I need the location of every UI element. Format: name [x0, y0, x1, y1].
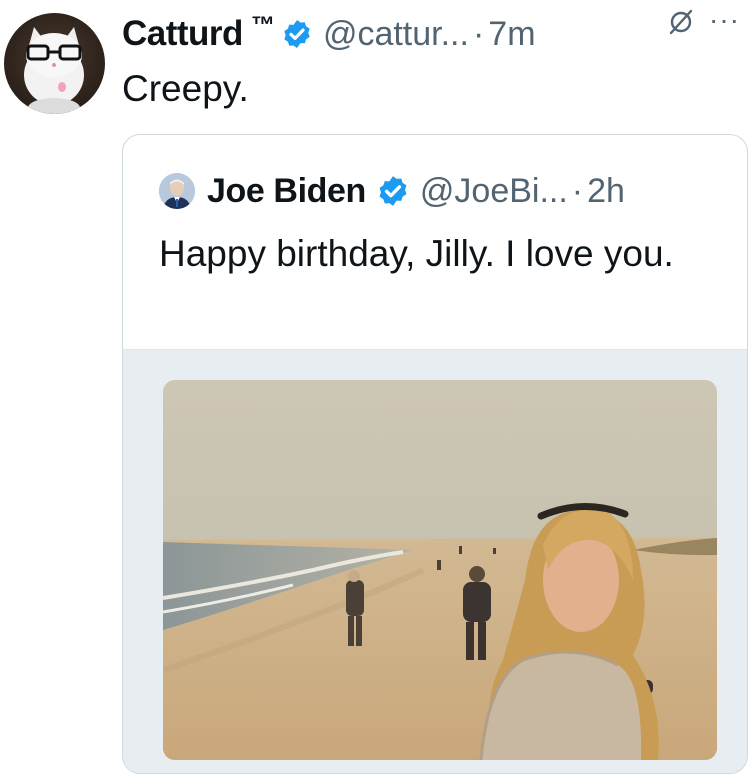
verified-badge-icon: [379, 176, 407, 206]
quoted-tweet-header: Joe Biden @JoeBi... · 2h: [159, 171, 625, 211]
author-name[interactable]: Catturd: [122, 14, 243, 54]
quoted-timestamp[interactable]: 2h: [587, 172, 625, 211]
trademark-symbol: ™: [250, 12, 275, 39]
quoted-author-name[interactable]: Joe Biden: [207, 172, 366, 211]
author-avatar[interactable]: [4, 13, 105, 114]
cat-with-glasses-avatar-icon: [24, 27, 84, 114]
quoted-tweet-media[interactable]: [123, 349, 747, 773]
post-timestamp[interactable]: 7m: [488, 15, 535, 54]
quoted-author-avatar[interactable]: [159, 173, 195, 209]
beach-photo-icon: [163, 380, 717, 760]
grok-icon[interactable]: [668, 9, 694, 35]
verified-badge-icon: [284, 20, 310, 48]
post-text: Creepy.: [122, 68, 249, 109]
author-handle[interactable]: @cattur...: [323, 15, 469, 54]
quoted-tweet-card[interactable]: Joe Biden @JoeBi... · 2h Happy birthday,…: [122, 134, 748, 774]
quoted-tweet-text: Happy birthday, Jilly. I love you.: [159, 233, 674, 274]
post-header: Catturd ™ @cattur... · 7m: [122, 12, 753, 56]
person-avatar-icon: [159, 173, 195, 209]
more-options-icon[interactable]: ···: [709, 4, 740, 36]
quoted-author-handle[interactable]: @JoeBi...: [420, 172, 568, 211]
separator-dot: ·: [571, 171, 584, 210]
separator-dot: ·: [472, 14, 485, 53]
beach-photo[interactable]: [163, 380, 717, 760]
